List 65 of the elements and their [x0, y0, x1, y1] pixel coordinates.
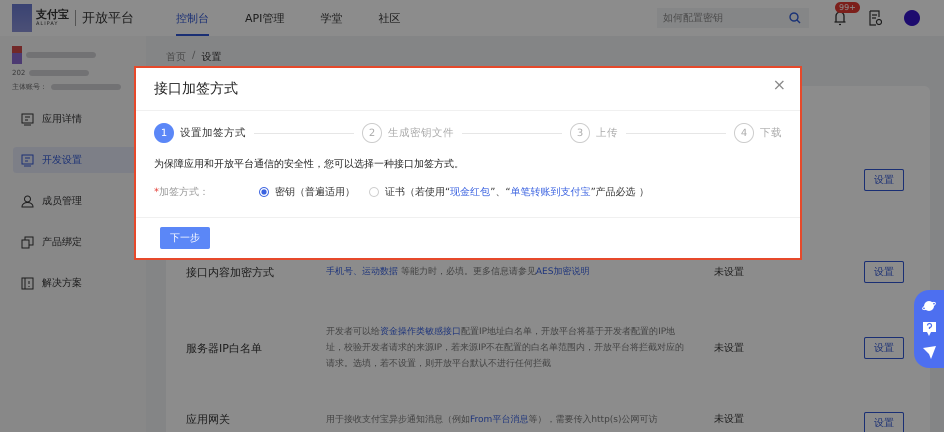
product-name: 开放平台 [82, 10, 134, 27]
sidebar-item[interactable]: 产品绑定 [13, 229, 142, 255]
setup-button[interactable]: 设置 [864, 261, 904, 283]
sidebar-item[interactable]: 应用详情 [13, 106, 142, 132]
screen-icon [21, 112, 34, 126]
book-icon [21, 276, 34, 290]
setting-title: 应用网关 [185, 412, 231, 427]
setting-description: 用于接收支付宝异步通知消息（例如From平台消息等），需要传入http(s)公网可访 [326, 414, 658, 427]
question-icon[interactable] [922, 322, 936, 336]
setting-title: 接口内容加密方式 [185, 264, 275, 280]
intro-text: 为保障应用和开放平台通信的安全性，您可以选择一种接口加签方式。 [154, 158, 465, 171]
setting-status: 未设置 [713, 266, 745, 279]
setting-status: 未设置 [713, 342, 745, 355]
step-label: 上传 [596, 126, 618, 140]
step-number: 4 [734, 123, 754, 143]
close-button[interactable]: × [772, 74, 786, 94]
app-icon [12, 46, 22, 64]
nav-tab[interactable]: API管理 [245, 0, 284, 36]
breadcrumb-link[interactable]: 首页 [166, 50, 186, 64]
copy-icon [21, 236, 34, 248]
setting-status: 未设置 [713, 412, 745, 426]
search-field[interactable]: 如何配置密钥 [657, 8, 809, 28]
option-link[interactable]: 单笔转账到支付宝 [510, 187, 591, 198]
nav-tab[interactable]: 社区 [378, 0, 400, 36]
option-link[interactable]: 现金红包 [450, 187, 490, 198]
setting-description: 开发者可以给资金操作类敏感接口配置IP地址白名单，开放平台将基于开发者配置的IP地址，校验开发者请求的来源IP，若来源IP不在配置的白名单范围内，开放平台将拦截对应的请求。选填，若不设置，则开放平台默认不进行任何拦截 [326, 326, 686, 371]
setting-description: 手机号、运动数据 等能力时，必填。更多信息请参见AES加密说明 [326, 266, 590, 279]
description-link[interactable]: AES加密说明 [536, 267, 590, 277]
step-number: 1 [154, 123, 174, 143]
search-icon[interactable] [789, 12, 801, 24]
nav-tab[interactable]: 控制台 [176, 0, 209, 36]
setting-title: 服务器IP白名单 [185, 340, 263, 356]
logo-icon [12, 4, 32, 32]
screen-icon [21, 154, 34, 166]
planet-icon[interactable] [922, 298, 936, 313]
setup-button[interactable]: 设置 [864, 169, 904, 191]
send-icon[interactable] [922, 346, 936, 360]
step-label: 生成密钥文件 [388, 126, 454, 140]
step-label: 设置加签方式 [180, 126, 246, 140]
breadcrumb-link[interactable]: 设置 [201, 50, 222, 64]
setup-button[interactable]: 设置 [864, 412, 904, 432]
sidebar-item[interactable]: 成员管理 [13, 188, 142, 214]
step-number: 3 [570, 123, 590, 143]
option-label: 密钥（普遍适用） [275, 186, 355, 199]
breadcrumb-separator: / [192, 50, 196, 63]
person-icon [21, 194, 34, 208]
setup-button[interactable]: 设置 [864, 337, 904, 359]
document-icon[interactable] [869, 10, 882, 26]
nav-tab[interactable]: 学堂 [320, 0, 342, 36]
notification-badge: 99+ [835, 2, 860, 13]
sidebar-item[interactable]: 解决方案 [13, 270, 142, 296]
description-link[interactable]: 资金操作类敏感接口 [380, 327, 461, 337]
radio-button[interactable] [259, 187, 269, 197]
avatar[interactable] [904, 10, 920, 26]
brand-name: 支付宝 [36, 9, 69, 20]
field-label: 加签方式： [159, 186, 210, 199]
description-link[interactable]: 手机号、运动数据 [326, 267, 398, 277]
required-mark: * [154, 186, 159, 198]
description-link[interactable]: From平台消息 [470, 415, 528, 425]
next-button[interactable]: 下一步 [160, 227, 210, 249]
step-label: 下载 [760, 126, 782, 140]
option-label: 证书（若使用“现金红包”、“单笔转账到支付宝”产品必选 ） [385, 186, 649, 199]
step-number: 2 [362, 123, 382, 143]
dialog-title: 接口加签方式 [154, 80, 238, 98]
bell-icon[interactable] [833, 10, 847, 26]
